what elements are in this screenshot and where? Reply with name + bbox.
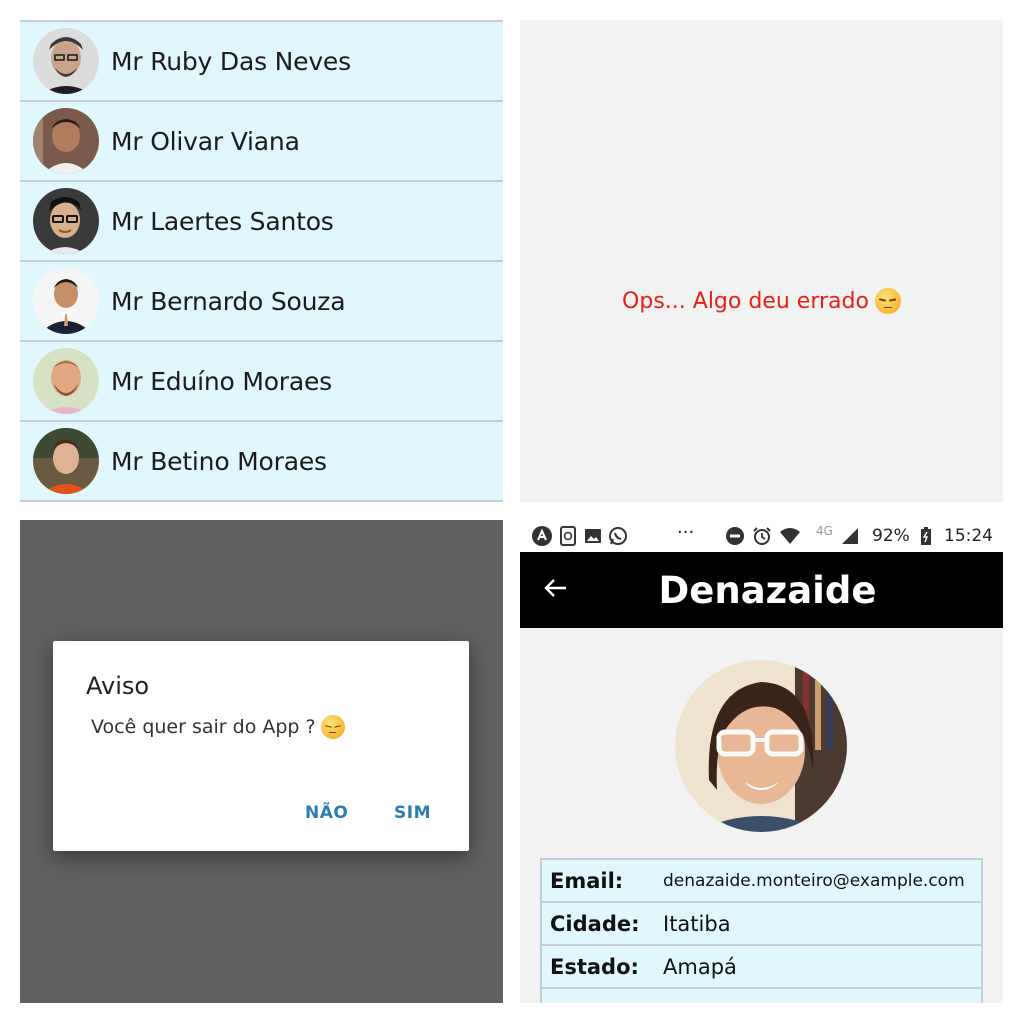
user-name: Mr Ruby Das Neves — [111, 46, 351, 76]
user-name: Mr Laertes Santos — [111, 206, 334, 236]
do-not-disturb-icon — [726, 527, 744, 545]
user-list-screen: Mr Ruby Das Neves Mr Olivar Viana Mr Lae… — [20, 20, 503, 502]
dialog-title: Aviso — [86, 672, 150, 700]
page-title: Denazaide — [658, 569, 877, 612]
field-label: Cidade: — [550, 911, 640, 936]
signal-icon — [842, 528, 858, 544]
network-type: 4G — [816, 524, 833, 538]
battery-percent: 92% — [872, 526, 910, 546]
alarm-icon — [753, 527, 771, 545]
table-row: Cidade: Itatiba — [542, 903, 981, 946]
more-notifications: ··· — [677, 522, 695, 543]
avatar — [33, 108, 99, 174]
yes-button[interactable]: SIM — [394, 803, 431, 823]
sync-app-icon — [560, 526, 576, 546]
user-name: Mr Bernardo Souza — [111, 286, 346, 316]
list-item[interactable]: Mr Bernardo Souza — [20, 262, 503, 342]
user-name: Mr Eduíno Moraes — [111, 366, 333, 396]
pensive-face-icon — [320, 715, 345, 739]
image-icon — [585, 529, 601, 543]
list-item[interactable]: Mr Laertes Santos — [20, 182, 503, 262]
avatar — [33, 428, 99, 494]
list-item[interactable]: Mr Ruby Das Neves — [20, 22, 503, 102]
field-value: denazaide.monteiro@example.com — [663, 870, 965, 891]
dialog-message: Você quer sair do App ? — [91, 715, 345, 739]
alert-dialog: Aviso Você quer sair do App ? NÃO SIM — [53, 641, 469, 851]
avatar — [33, 268, 99, 334]
field-value: Amapá — [663, 954, 737, 979]
error-screen: Ops... Algo deu errado — [520, 20, 1003, 502]
profile-photo — [675, 660, 847, 832]
table-row: Email: denazaide.monteiro@example.com — [542, 860, 981, 903]
wifi-icon — [780, 528, 800, 544]
list-item[interactable]: Mr Eduíno Moraes — [20, 342, 503, 422]
user-detail-screen: ··· 4G 92% 15:24 Denazaide Email: denaza… — [520, 520, 1003, 1003]
no-button[interactable]: NÃO — [305, 803, 348, 823]
field-value: Itatiba — [663, 911, 731, 936]
avatar — [33, 348, 99, 414]
avatar — [33, 188, 99, 254]
list-item[interactable]: Mr Olivar Viana — [20, 102, 503, 182]
battery-icon — [921, 527, 931, 545]
clock: 15:24 — [944, 526, 993, 546]
status-bar: ··· 4G 92% 15:24 — [520, 520, 1003, 552]
list-item[interactable]: Mr Betino Moraes — [20, 422, 503, 502]
table-row: Estado: Amapá — [542, 946, 981, 989]
error-text: Ops... Algo deu errado — [622, 288, 869, 314]
avatar — [33, 28, 99, 94]
user-name: Mr Olivar Viana — [111, 126, 300, 156]
error-message: Ops... Algo deu errado — [520, 288, 1003, 314]
pensive-face-icon — [874, 288, 901, 314]
dialog-body-text: Você quer sair do App ? — [91, 716, 316, 738]
field-label: Estado: — [550, 954, 639, 979]
user-name: Mr Betino Moraes — [111, 446, 327, 476]
app-bar: Denazaide — [520, 552, 1003, 628]
field-label: Email: — [550, 868, 624, 893]
exit-dialog-screen: Aviso Você quer sair do App ? NÃO SIM — [20, 520, 503, 1003]
app-a-icon — [532, 526, 552, 546]
table-row-partial — [542, 989, 981, 1003]
info-table: Email: denazaide.monteiro@example.com Ci… — [540, 858, 983, 1003]
whatsapp-icon — [609, 527, 627, 545]
